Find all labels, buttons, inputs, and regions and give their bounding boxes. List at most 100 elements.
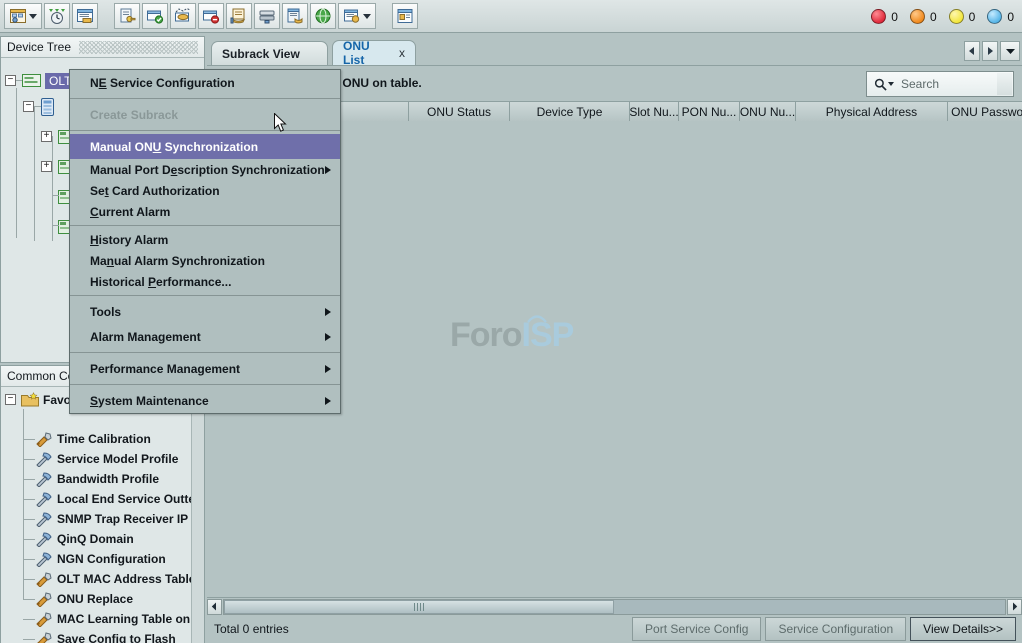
license-button[interactable] — [226, 3, 252, 29]
window-layout-icon — [396, 7, 414, 25]
remove-device-button[interactable] — [198, 3, 224, 29]
wrench-icon — [35, 571, 53, 587]
rack-button[interactable] — [254, 3, 280, 29]
minor-alarm-indicator[interactable]: 0 — [949, 9, 976, 24]
panel-grip[interactable] — [79, 41, 198, 54]
network-link-button[interactable] — [170, 3, 196, 29]
device-list-button[interactable] — [72, 3, 98, 29]
common-command-label: OLT MAC Address Table — [57, 572, 195, 586]
menu-item-historical-performance[interactable]: Historical Performance... — [70, 271, 340, 292]
major-alarm-indicator[interactable]: 0 — [910, 9, 937, 24]
tree-line — [16, 88, 17, 238]
tree-expand-toggle[interactable]: + — [41, 161, 52, 172]
common-command-body: − Favorite Time Calibration — [1, 387, 204, 643]
server-button[interactable] — [282, 3, 308, 29]
common-command-item-qinq-domain[interactable]: QinQ Domain — [23, 529, 134, 549]
search-button[interactable] — [997, 73, 1012, 95]
tab-subrack-view[interactable]: Subrack View — [211, 41, 328, 65]
tab-nav-prev[interactable] — [964, 41, 980, 61]
common-command-item-snmp-trap-receiver-ip[interactable]: SNMP Trap Receiver IP — [23, 509, 188, 529]
port-service-config-button[interactable]: Port Service Config — [632, 617, 761, 641]
table-header-physical-address[interactable]: Physical Address — [796, 102, 948, 122]
menu-item-system-maintenance[interactable]: System Maintenance — [70, 388, 340, 413]
service-configuration-button[interactable]: Service Configuration — [765, 617, 906, 641]
application-window: 0 0 0 0 Device Tree — [0, 0, 1022, 643]
tree-expand-toggle[interactable]: − — [5, 394, 16, 405]
tree-expand-toggle[interactable]: − — [5, 75, 16, 86]
critical-alarm-lamp-icon — [871, 9, 886, 24]
common-command-item-save-config-to-flash[interactable]: Save Config to Flash — [23, 629, 176, 643]
common-command-item-onu-replace[interactable]: ONU Replace — [23, 589, 133, 609]
common-command-item-local-end-service-outter[interactable]: Local End Service Outter — [23, 489, 200, 509]
tab-nav-dropdown[interactable] — [1000, 41, 1020, 61]
report-button[interactable] — [338, 3, 376, 29]
menu-item-manual-onu-synchronization[interactable]: Manual ONU Synchronization — [70, 134, 340, 159]
menu-item-label: Manual Port Description Synchronization — [90, 163, 325, 177]
common-command-item-ngn-configuration[interactable]: NGN Configuration — [23, 549, 166, 569]
authorization-button[interactable] — [114, 3, 140, 29]
search-icon — [874, 78, 887, 91]
warning-alarm-indicator[interactable]: 0 — [987, 9, 1014, 24]
common-command-item-service-model-profile[interactable]: Service Model Profile — [23, 449, 178, 469]
hammer-icon — [35, 491, 53, 507]
tree-node-subrack[interactable]: − — [23, 98, 55, 115]
watermark-part1: Foro — [450, 316, 522, 354]
menu-item-performance-management[interactable]: Performance Management — [70, 356, 340, 381]
submenu-arrow-icon — [325, 397, 331, 405]
table-header-slot-number[interactable]: Slot Nu... — [630, 102, 679, 122]
common-command-label: Local End Service Outter — [57, 492, 200, 506]
common-command-label: Save Config to Flash — [57, 632, 176, 643]
document-key-icon — [118, 7, 136, 25]
menu-item-manual-alarm-synchronization[interactable]: Manual Alarm Synchronization — [70, 250, 340, 271]
tab-nav-next[interactable] — [982, 41, 998, 61]
scrollbar-thumb[interactable] — [224, 600, 614, 614]
view-details-button[interactable]: View Details>> — [910, 617, 1016, 641]
common-command-label: NGN Configuration — [57, 552, 166, 566]
menu-item-manual-port-description-synchronization[interactable]: Manual Port Description Synchronization — [70, 159, 340, 180]
alarm-indicator-group: 0 0 0 0 — [863, 0, 1014, 33]
scroll-left-button[interactable] — [207, 599, 222, 615]
scroll-right-button[interactable] — [1007, 599, 1022, 615]
menu-separator — [70, 384, 340, 385]
menu-item-set-card-authorization[interactable]: Set Card Authorization — [70, 180, 340, 201]
menu-item-current-alarm[interactable]: Current Alarm — [70, 201, 340, 222]
tree-expand-toggle[interactable]: + — [41, 131, 52, 142]
table-header-device-type[interactable]: Device Type — [510, 102, 630, 122]
menu-item-alarm-management[interactable]: Alarm Management — [70, 324, 340, 349]
server-icon — [286, 7, 304, 25]
table-horizontal-scrollbar[interactable] — [207, 597, 1022, 615]
common-command-item-time-calibration[interactable]: Time Calibration — [23, 429, 151, 449]
add-device-button[interactable] — [142, 3, 168, 29]
table-header-pon-number[interactable]: PON Nu... — [679, 102, 740, 122]
device-tree-title: Device Tree — [7, 40, 71, 54]
table-header-onu-password[interactable]: ONU Password — [948, 102, 1022, 122]
submenu-arrow-icon — [325, 333, 331, 341]
menu-item-create-subrack: Create Subrack — [70, 102, 340, 127]
menu-item-ne-service-configuration[interactable]: NE Service Configuration — [70, 70, 340, 95]
critical-alarm-indicator[interactable]: 0 — [871, 9, 898, 24]
scrollbar-track[interactable] — [223, 599, 1006, 615]
tree-expand-toggle[interactable]: − — [23, 101, 34, 112]
menu-item-history-alarm[interactable]: History Alarm — [70, 229, 340, 250]
search-placeholder: Search — [901, 77, 939, 91]
window-layout-button[interactable] — [392, 3, 418, 29]
scheduled-task-button[interactable] — [44, 3, 70, 29]
tab-onu-list[interactable]: ONU List x — [332, 40, 416, 65]
tree-node-root[interactable]: − OLT — [5, 72, 76, 89]
hammer-icon — [35, 471, 53, 487]
common-command-item-olt-mac-address-table[interactable]: OLT MAC Address Table — [23, 569, 195, 589]
close-icon[interactable]: x — [399, 46, 405, 60]
common-command-item-mac-learning-table[interactable]: MAC Learning Table on P — [23, 609, 201, 629]
wrench-icon — [35, 591, 53, 607]
device-list-icon — [76, 7, 94, 25]
menu-item-tools[interactable]: Tools — [70, 299, 340, 324]
menu-item-label: Current Alarm — [90, 205, 170, 219]
search-dropdown-caret-icon[interactable] — [888, 82, 894, 86]
common-command-item-bandwidth-profile[interactable]: Bandwidth Profile — [23, 469, 159, 489]
topology-view-button[interactable] — [4, 3, 42, 29]
global-network-button[interactable] — [310, 3, 336, 29]
search-input[interactable]: Search — [866, 71, 1014, 97]
common-command-scrollbar[interactable] — [191, 387, 204, 643]
table-header-onu-status[interactable]: ONU Status — [409, 102, 510, 122]
table-header-onu-number[interactable]: ONU Nu... — [740, 102, 796, 122]
